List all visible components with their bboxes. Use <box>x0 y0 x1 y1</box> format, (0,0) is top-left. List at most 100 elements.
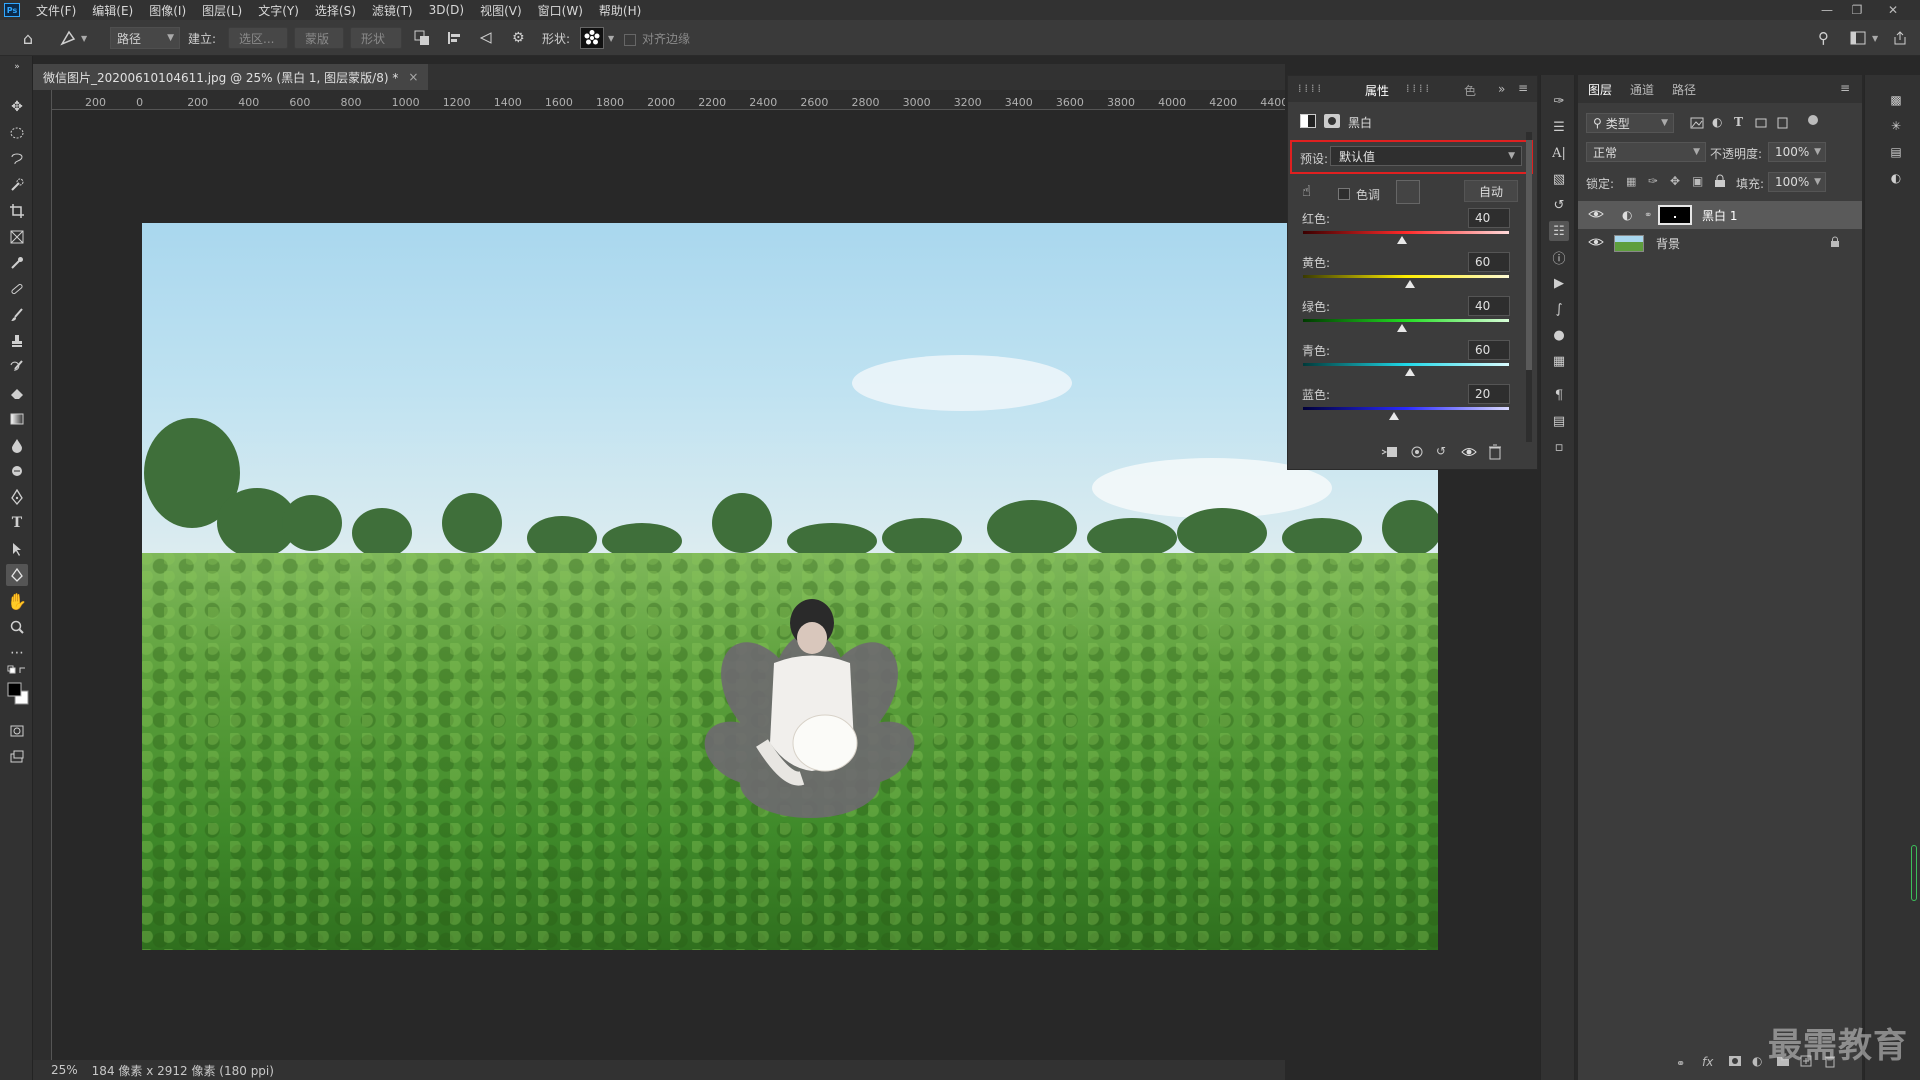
reset-adjustment-icon[interactable]: ↺ <box>1436 444 1446 458</box>
yellow-value-input[interactable]: 60 <box>1468 252 1510 272</box>
navigator-icon[interactable]: ✳ <box>1887 117 1905 135</box>
make-mask-button[interactable]: 蒙版 <box>294 27 344 49</box>
menu-select[interactable]: 选择(S) <box>307 2 364 19</box>
pen-mode-select[interactable]: 路径 ▼ <box>110 27 180 49</box>
black-white-adjustment-icon[interactable] <box>1300 114 1316 128</box>
cyan-slider-thumb[interactable] <box>1405 368 1416 376</box>
default-colors-icon[interactable] <box>6 664 28 678</box>
paths-icon[interactable]: ∫ <box>1549 299 1569 319</box>
menu-type[interactable]: 文字(Y) <box>250 2 307 19</box>
workspace-icon[interactable] <box>1850 27 1866 49</box>
make-selection-button[interactable]: 选区... <box>228 27 288 49</box>
blur-tool-icon[interactable] <box>6 434 28 456</box>
table-icon[interactable]: ▦ <box>1549 351 1569 371</box>
info-icon[interactable]: ⓘ <box>1549 247 1569 267</box>
paragraph-styles-icon[interactable]: ▤ <box>1549 411 1569 431</box>
filter-type-icon[interactable]: T <box>1734 115 1743 129</box>
filter-shape-icon[interactable] <box>1754 117 1768 132</box>
brush-tool-icon[interactable] <box>6 304 28 326</box>
green-value-input[interactable]: 40 <box>1468 296 1510 316</box>
tab-layers[interactable]: 图层 <box>1588 81 1612 98</box>
brush-settings-icon[interactable]: ✑ <box>1549 91 1569 111</box>
lock-position-icon[interactable]: ✥ <box>1670 174 1680 188</box>
tab-properties[interactable]: 属性 <box>1365 82 1389 99</box>
healing-brush-tool-icon[interactable] <box>6 278 28 300</box>
visibility-eye-icon[interactable] <box>1588 236 1604 251</box>
menu-file[interactable]: 文件(F) <box>28 2 84 19</box>
clone-stamp-tool-icon[interactable] <box>6 330 28 352</box>
share-icon[interactable] <box>1892 27 1908 49</box>
panel-expand-icon[interactable]: » <box>1498 82 1505 96</box>
lasso-tool-icon[interactable] <box>6 148 28 170</box>
make-shape-button[interactable]: 形状 <box>350 27 402 49</box>
menu-view[interactable]: 视图(V) <box>472 2 530 19</box>
workspace-chevron-icon[interactable]: ▼ <box>1872 27 1878 49</box>
menu-3d[interactable]: 3D(D) <box>421 3 472 17</box>
more-tools-icon[interactable]: ⋯ <box>6 642 28 664</box>
actions-icon[interactable]: ▶ <box>1549 273 1569 293</box>
path-operations-icon[interactable] <box>414 27 434 49</box>
path-selection-tool-icon[interactable] <box>6 538 28 560</box>
quick-mask-icon[interactable] <box>6 720 28 742</box>
menu-filter[interactable]: 滤镜(T) <box>364 2 421 19</box>
red-slider-thumb[interactable] <box>1396 236 1407 244</box>
filter-adjustment-icon[interactable]: ◐ <box>1712 115 1722 129</box>
cyan-value-input[interactable]: 60 <box>1468 340 1510 360</box>
screen-mode-icon[interactable] <box>6 746 28 768</box>
minimize-icon[interactable]: — <box>1812 0 1842 20</box>
auto-button[interactable]: 自动 <box>1464 180 1518 202</box>
layer-style-icon[interactable]: fx <box>1702 1055 1713 1069</box>
lock-image-pixels-icon[interactable]: ✑ <box>1648 174 1658 188</box>
mask-link-icon[interactable]: ⚭ <box>1644 210 1652 221</box>
eyedropper-tool-icon[interactable] <box>6 252 28 274</box>
path-arrangement-icon[interactable] <box>478 27 498 49</box>
clip-to-layer-icon[interactable] <box>1380 444 1398 463</box>
delete-adjustment-icon[interactable] <box>1488 444 1502 463</box>
restore-icon[interactable]: ❐ <box>1842 0 1872 20</box>
marquee-tool-icon[interactable] <box>6 122 28 144</box>
dodge-tool-icon[interactable] <box>6 460 28 482</box>
layer-mask-thumbnail[interactable] <box>1658 205 1692 225</box>
pen-tool-icon[interactable] <box>6 486 28 508</box>
collapsed-panel-tabs-icon[interactable]: ⁞⁞⁞⁞ <box>1298 82 1324 95</box>
toolbar-collapse-icon[interactable]: » <box>6 62 28 72</box>
zoom-level[interactable]: 25% <box>51 1063 78 1077</box>
hand-tool-icon[interactable]: ✋ <box>6 590 28 612</box>
menu-layer[interactable]: 图层(L) <box>194 2 250 19</box>
shape-picker-chevron-icon[interactable]: ▼ <box>608 27 614 49</box>
paragraph-icon[interactable]: ¶ <box>1549 385 1569 405</box>
visibility-eye-icon[interactable] <box>1588 208 1604 223</box>
zoom-tool-icon[interactable] <box>6 616 28 638</box>
tab-paths[interactable]: 路径 <box>1672 81 1696 98</box>
document-tab[interactable]: 微信图片_20200610104611.jpg @ 25% (黑白 1, 图层蒙… <box>33 64 429 90</box>
tab-color[interactable]: 色 <box>1464 82 1476 99</box>
notes-icon[interactable]: ▫ <box>1549 437 1569 457</box>
new-adjustment-layer-icon[interactable]: ◐ <box>1752 1054 1762 1068</box>
gear-icon[interactable]: ⚙ <box>512 27 532 49</box>
histogram-icon[interactable]: ▩ <box>1887 91 1905 109</box>
link-layers-icon[interactable]: ⚭ <box>1676 1057 1685 1070</box>
gradient-tool-icon[interactable] <box>6 408 28 430</box>
layer-row[interactable]: ◐ ⚭ 黑白 1 <box>1578 201 1862 229</box>
preset-select[interactable]: 默认值 ▼ <box>1330 146 1522 166</box>
filter-pixel-icon[interactable] <box>1690 117 1704 132</box>
lock-artboard-icon[interactable]: ▣ <box>1692 174 1703 188</box>
targeted-adjustment-hand-icon[interactable]: ☝ <box>1302 182 1311 200</box>
properties-panel-icon[interactable]: ☷ <box>1549 221 1569 241</box>
crop-tool-icon[interactable] <box>6 200 28 222</box>
toggle-visibility-icon[interactable] <box>1460 444 1478 463</box>
quick-selection-tool-icon[interactable] <box>6 174 28 196</box>
green-slider-track[interactable] <box>1303 319 1509 322</box>
frame-tool-icon[interactable] <box>6 226 28 248</box>
green-slider-thumb[interactable] <box>1396 324 1407 332</box>
collapsed-panel-tabs-2-icon[interactable]: ⁞⁞⁞⁞ <box>1406 82 1432 95</box>
layer-row[interactable]: 背景 <box>1578 229 1862 257</box>
close-tab-icon[interactable]: × <box>408 70 418 84</box>
close-icon[interactable]: ✕ <box>1878 0 1908 20</box>
pen-tool-preset-icon[interactable]: ▼ <box>60 27 94 49</box>
clone-source-icon[interactable]: ▧ <box>1549 169 1569 189</box>
menu-edit[interactable]: 编辑(E) <box>84 2 141 19</box>
lock-all-icon[interactable] <box>1714 174 1726 191</box>
add-mask-icon[interactable] <box>1728 1055 1742 1070</box>
layer-filter-select[interactable]: ⚲ 类型 ▼ <box>1586 113 1674 133</box>
